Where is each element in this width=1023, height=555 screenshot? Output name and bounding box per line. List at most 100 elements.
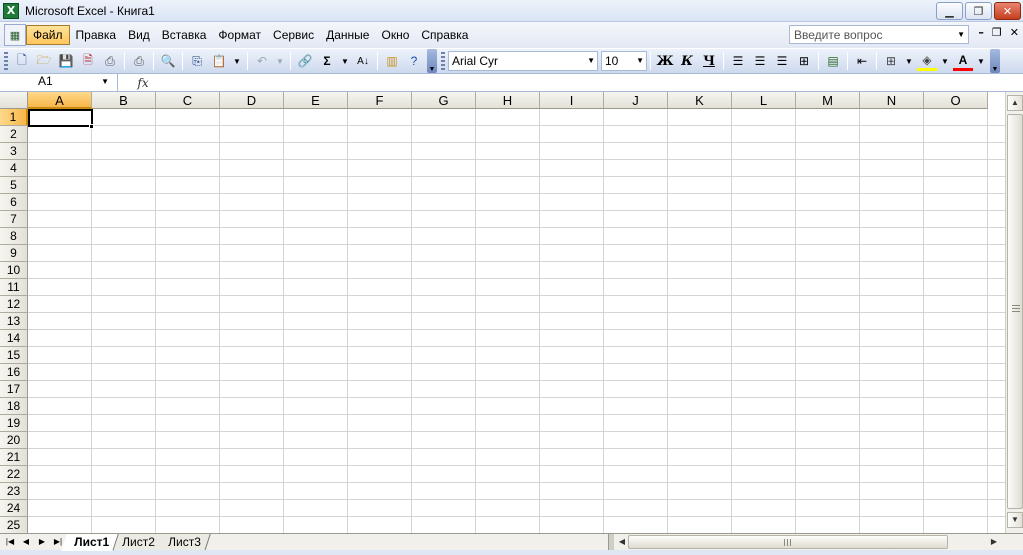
toolbar-grip[interactable] bbox=[441, 52, 445, 70]
chevron-down-icon[interactable]: ▼ bbox=[636, 56, 644, 65]
chevron-down-icon[interactable]: ▼ bbox=[587, 56, 595, 65]
chevron-down-icon[interactable]: ▼ bbox=[101, 77, 109, 86]
currency-icon[interactable]: ▤ bbox=[823, 51, 843, 71]
restore-button[interactable]: ❐ bbox=[965, 2, 992, 20]
research-icon[interactable]: 🔍 bbox=[158, 51, 178, 71]
excel-icon[interactable]: X bbox=[3, 2, 19, 19]
close-button[interactable]: ✕ bbox=[994, 2, 1021, 20]
font-color-icon[interactable]: A bbox=[953, 51, 973, 71]
menu-tools[interactable]: Сервис bbox=[267, 25, 320, 45]
row-header[interactable]: 18 bbox=[0, 398, 28, 415]
merge-center-icon[interactable]: ⊞ bbox=[794, 51, 814, 71]
column-header[interactable]: A bbox=[28, 92, 92, 109]
select-all-button[interactable] bbox=[0, 92, 28, 109]
cell-area[interactable] bbox=[28, 109, 1005, 533]
help-search-input[interactable]: Введите вопрос ▼ bbox=[789, 25, 969, 44]
fill-color-icon[interactable]: ◈ bbox=[917, 51, 937, 71]
vertical-scrollbar[interactable]: ▲ ▼ bbox=[1005, 92, 1023, 533]
autosum-dropdown-icon[interactable]: ▼ bbox=[339, 51, 351, 71]
scroll-right-icon[interactable]: ▶ bbox=[986, 534, 1002, 550]
row-header[interactable]: 23 bbox=[0, 483, 28, 500]
row-header[interactable]: 15 bbox=[0, 347, 28, 364]
row-header[interactable]: 17 bbox=[0, 381, 28, 398]
column-header[interactable]: F bbox=[348, 92, 412, 109]
row-header[interactable]: 9 bbox=[0, 245, 28, 262]
doc-close-button[interactable]: ✕ bbox=[1010, 26, 1019, 39]
menu-window[interactable]: Окно bbox=[375, 25, 415, 45]
print-icon[interactable]: ⎙ bbox=[100, 51, 120, 71]
insert-function-icon[interactable]: fx bbox=[118, 76, 168, 90]
fill-handle[interactable] bbox=[89, 124, 94, 129]
indent-icon[interactable]: ⇤ bbox=[852, 51, 872, 71]
borders-icon[interactable]: ⊞ bbox=[881, 51, 901, 71]
row-header[interactable]: 8 bbox=[0, 228, 28, 245]
menu-data[interactable]: Данные bbox=[320, 25, 375, 45]
menu-edit[interactable]: Правка bbox=[70, 25, 123, 45]
menu-file[interactable]: Файл bbox=[26, 25, 70, 45]
undo-dropdown-icon[interactable]: ▼ bbox=[274, 51, 286, 71]
new-document-icon[interactable]: 🗋 bbox=[12, 51, 32, 71]
column-header[interactable]: J bbox=[604, 92, 668, 109]
row-header[interactable]: 2 bbox=[0, 126, 28, 143]
doc-restore-button[interactable]: ❐ bbox=[992, 26, 1002, 39]
column-header[interactable]: L bbox=[732, 92, 796, 109]
sheet-tab-3[interactable]: Лист3 bbox=[155, 534, 211, 551]
chevron-down-icon[interactable]: ▼ bbox=[957, 30, 965, 39]
row-header[interactable]: 21 bbox=[0, 449, 28, 466]
row-header[interactable]: 12 bbox=[0, 296, 28, 313]
autosum-icon[interactable]: Σ bbox=[317, 51, 337, 71]
open-folder-icon[interactable]: 🗁 bbox=[34, 51, 54, 71]
row-header[interactable]: 16 bbox=[0, 364, 28, 381]
sort-ascending-icon[interactable]: A↓ bbox=[353, 51, 373, 71]
column-header[interactable]: B bbox=[92, 92, 156, 109]
permission-icon[interactable]: 🗎 bbox=[78, 51, 98, 71]
column-header[interactable]: E bbox=[284, 92, 348, 109]
bold-button[interactable]: Ж bbox=[655, 51, 675, 71]
menu-view[interactable]: Вид bbox=[122, 25, 156, 45]
horizontal-scrollbar[interactable]: ◀ ▶ bbox=[614, 534, 1005, 551]
column-header[interactable]: D bbox=[220, 92, 284, 109]
workbook-icon[interactable]: ▦ bbox=[4, 24, 26, 46]
chart-wizard-icon[interactable]: ▥ bbox=[382, 51, 402, 71]
row-header[interactable]: 14 bbox=[0, 330, 28, 347]
italic-button[interactable]: К bbox=[677, 51, 697, 71]
hyperlink-icon[interactable]: 🔗 bbox=[295, 51, 315, 71]
menu-format[interactable]: Формат bbox=[212, 25, 267, 45]
scroll-up-icon[interactable]: ▲ bbox=[1007, 95, 1023, 111]
active-cell[interactable] bbox=[28, 109, 93, 127]
column-header[interactable]: C bbox=[156, 92, 220, 109]
column-header[interactable]: H bbox=[476, 92, 540, 109]
row-header[interactable]: 13 bbox=[0, 313, 28, 330]
toolbar-options-icon[interactable]: ▼ bbox=[990, 49, 1000, 73]
sheet-tab-1[interactable]: Лист1 bbox=[61, 534, 119, 551]
row-header[interactable]: 6 bbox=[0, 194, 28, 211]
row-header[interactable]: 3 bbox=[0, 143, 28, 160]
row-header[interactable]: 24 bbox=[0, 500, 28, 517]
align-right-icon[interactable]: ☰ bbox=[772, 51, 792, 71]
formula-input[interactable] bbox=[168, 74, 1023, 91]
row-header[interactable]: 4 bbox=[0, 160, 28, 177]
column-header[interactable]: N bbox=[860, 92, 924, 109]
minimize-button[interactable]: ▁ bbox=[936, 2, 963, 20]
help-icon[interactable]: ? bbox=[404, 51, 424, 71]
toolbar-grip[interactable] bbox=[4, 52, 8, 70]
column-header[interactable]: I bbox=[540, 92, 604, 109]
row-header[interactable]: 20 bbox=[0, 432, 28, 449]
name-box[interactable]: A1 ▼ bbox=[0, 74, 118, 91]
align-center-icon[interactable]: ☰ bbox=[750, 51, 770, 71]
row-header[interactable]: 19 bbox=[0, 415, 28, 432]
toolbar-options-icon[interactable]: ▼ bbox=[427, 49, 437, 73]
row-header[interactable]: 5 bbox=[0, 177, 28, 194]
undo-icon[interactable]: ↶ bbox=[252, 51, 272, 71]
print-preview-icon[interactable]: ⎙ bbox=[129, 51, 149, 71]
row-header[interactable]: 22 bbox=[0, 466, 28, 483]
next-sheet-icon[interactable]: ▶ bbox=[34, 534, 50, 550]
save-icon[interactable]: 💾 bbox=[56, 51, 76, 71]
first-sheet-icon[interactable]: |◀ bbox=[2, 534, 18, 550]
row-header[interactable]: 11 bbox=[0, 279, 28, 296]
column-header[interactable]: O bbox=[924, 92, 988, 109]
align-left-icon[interactable]: ☰ bbox=[728, 51, 748, 71]
borders-dropdown-icon[interactable]: ▼ bbox=[903, 51, 915, 71]
row-header[interactable]: 10 bbox=[0, 262, 28, 279]
prev-sheet-icon[interactable]: ◀ bbox=[18, 534, 34, 550]
